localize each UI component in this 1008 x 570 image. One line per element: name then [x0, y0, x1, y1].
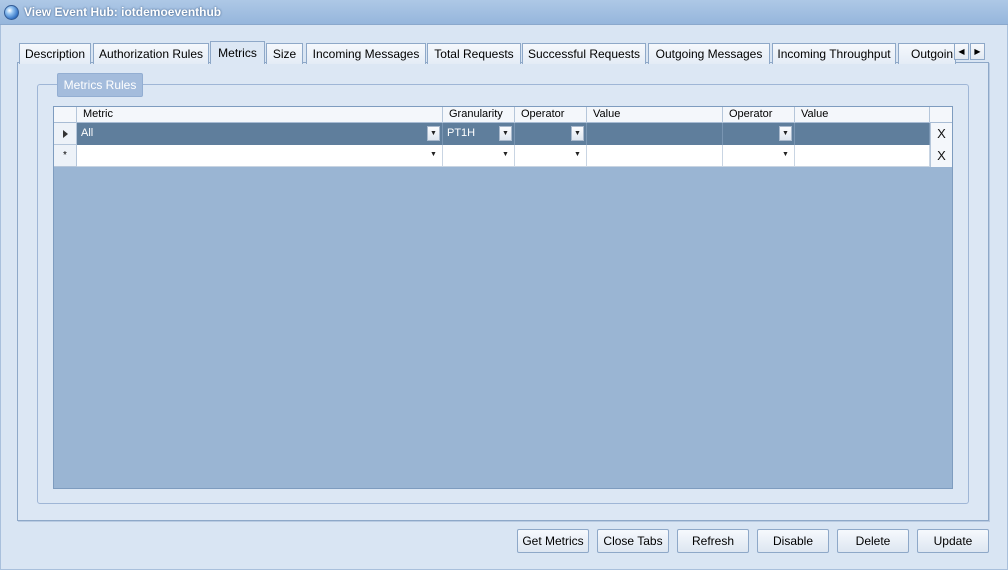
chevron-down-icon[interactable]: ▼: [779, 126, 792, 141]
metric-combo[interactable]: All ▼: [77, 123, 443, 145]
disable-button[interactable]: Disable: [757, 529, 829, 553]
get-metrics-button[interactable]: Get Metrics: [517, 529, 589, 553]
header-operator-1[interactable]: Operator: [515, 107, 587, 123]
grid-header: Metric Granularity Operator Value Operat…: [54, 107, 952, 123]
value-1-field[interactable]: [587, 145, 723, 167]
granularity-value: PT1H: [447, 127, 476, 139]
metric-value: All: [81, 127, 94, 139]
header-operator-2[interactable]: Operator: [723, 107, 795, 123]
tab-description[interactable]: Description: [19, 43, 91, 64]
chevron-down-icon[interactable]: ▼: [571, 148, 584, 163]
chevron-down-icon[interactable]: ▼: [427, 126, 440, 141]
granularity-combo[interactable]: ▼: [443, 145, 515, 167]
value-2-field[interactable]: [795, 145, 930, 167]
tab-metrics[interactable]: Metrics: [210, 41, 265, 64]
refresh-button[interactable]: Refresh: [677, 529, 749, 553]
chevron-down-icon[interactable]: ▼: [779, 148, 792, 163]
value-2-field[interactable]: [795, 123, 930, 145]
tab-authorization-rules[interactable]: Authorization Rules: [93, 43, 209, 64]
header-metric[interactable]: Metric: [77, 107, 443, 123]
arrow-right-icon[interactable]: ▶: [970, 43, 985, 60]
header-corner: [54, 107, 77, 123]
header-value-2[interactable]: Value: [795, 107, 930, 123]
header-granularity[interactable]: Granularity: [443, 107, 515, 123]
delete-row-button[interactable]: X: [930, 145, 952, 167]
table-row-new[interactable]: * ▼ ▼ ▼ ▼ X: [54, 145, 952, 167]
operator-1-combo[interactable]: ▼: [515, 123, 587, 145]
new-row-marker: *: [54, 145, 77, 167]
tab-total-requests[interactable]: Total Requests: [427, 43, 521, 64]
tab-outgoing-partial[interactable]: Outgoin: [898, 43, 956, 64]
chevron-down-icon[interactable]: ▼: [499, 126, 512, 141]
tab-strip: Description Authorization Rules Metrics …: [19, 41, 987, 64]
arrow-left-icon[interactable]: ◀: [954, 43, 969, 60]
tab-incoming-messages[interactable]: Incoming Messages: [306, 43, 426, 64]
row-pointer-icon: [62, 130, 68, 138]
close-tabs-button[interactable]: Close Tabs: [597, 529, 669, 553]
operator-1-combo[interactable]: ▼: [515, 145, 587, 167]
metrics-rules-label: Metrics Rules: [57, 73, 143, 97]
delete-row-button[interactable]: X: [930, 123, 952, 145]
granularity-combo[interactable]: PT1H ▼: [443, 123, 515, 145]
table-row[interactable]: All ▼ PT1H ▼ ▼ ▼ X: [54, 123, 952, 145]
operator-2-combo[interactable]: ▼: [723, 145, 795, 167]
window-title: View Event Hub: iotdemoeventhub: [24, 5, 222, 19]
update-button[interactable]: Update: [917, 529, 989, 553]
tab-outgoing-messages[interactable]: Outgoing Messages: [648, 43, 770, 64]
title-bar: View Event Hub: iotdemoeventhub: [0, 0, 1008, 25]
chevron-down-icon[interactable]: ▼: [571, 126, 584, 141]
chevron-down-icon[interactable]: ▼: [427, 148, 440, 163]
metric-combo[interactable]: ▼: [77, 145, 443, 167]
tab-incoming-throughput[interactable]: Incoming Throughput: [772, 43, 896, 64]
header-value-1[interactable]: Value: [587, 107, 723, 123]
delete-button[interactable]: Delete: [837, 529, 909, 553]
globe-icon: [4, 5, 19, 20]
operator-2-combo[interactable]: ▼: [723, 123, 795, 145]
tab-size[interactable]: Size: [266, 43, 303, 64]
row-selected-indicator[interactable]: [54, 123, 77, 145]
chevron-down-icon[interactable]: ▼: [499, 148, 512, 163]
value-1-field[interactable]: [587, 123, 723, 145]
metrics-rules-grid[interactable]: Metric Granularity Operator Value Operat…: [53, 106, 953, 489]
tab-successful-requests[interactable]: Successful Requests: [522, 43, 646, 64]
